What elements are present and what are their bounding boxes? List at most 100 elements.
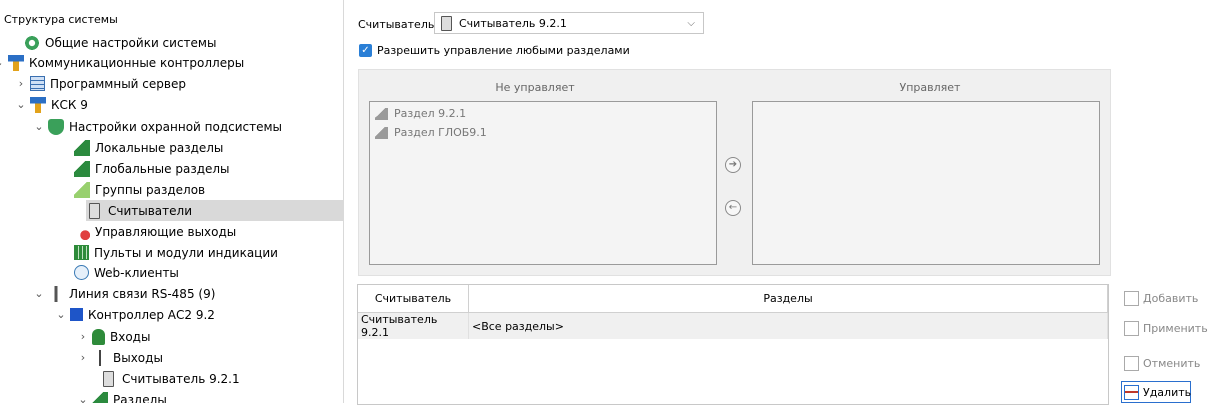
control-output-icon: [74, 223, 90, 240]
reader-select-value: Считыватель 9.2.1: [459, 16, 567, 30]
tree-item-label: Считыватели: [108, 203, 192, 218]
delete-icon: [1124, 384, 1139, 400]
not-managed-list[interactable]: Раздел 9.2.1 Раздел ГЛОБ9.1: [369, 101, 717, 265]
cancel-button-label: Отменить: [1143, 356, 1201, 370]
reader-select-label: Считыватель:: [358, 18, 439, 31]
add-icon: [1124, 290, 1139, 306]
global-sections-icon: [74, 160, 90, 177]
expand-chevron-icon[interactable]: ›: [76, 351, 90, 364]
tree-item-label: Локальные разделы: [95, 140, 224, 155]
allow-any-sections-checkbox[interactable]: ✓ Разрешить управление любыми разделами: [359, 44, 630, 57]
collapse-chevron-icon[interactable]: ⌄: [14, 98, 28, 111]
tree-item[interactable]: Группы разделов: [74, 179, 205, 200]
tree-item[interactable]: Управляющие выходы: [74, 221, 236, 242]
collapse-chevron-icon[interactable]: ⌄: [32, 287, 46, 300]
allow-any-sections-label: Разрешить управление любыми разделами: [377, 44, 630, 57]
system-structure-tree: Структура системы Общие настройки систем…: [0, 0, 344, 403]
table-cell-sections: <Все разделы>: [468, 312, 1108, 339]
add-button-label: Добавить: [1143, 291, 1199, 305]
tree-item-label: Web-клиенты: [94, 265, 179, 280]
readers-sections-table: Считыватель Разделы Считыватель 9.2.1 <В…: [357, 284, 1109, 405]
tree-item-label: Выходы: [113, 350, 163, 365]
tree-item[interactable]: Web-клиенты: [74, 262, 179, 283]
chevron-down-icon: ⌵: [687, 17, 695, 29]
tree-item-label: Глобальные разделы: [95, 161, 230, 176]
list-item[interactable]: Раздел ГЛОБ9.1: [375, 123, 716, 142]
apply-icon: [1124, 320, 1139, 336]
bell-icon: [92, 328, 105, 345]
panel-grid-icon: [74, 245, 89, 260]
managed-list[interactable]: [752, 101, 1100, 265]
list-item[interactable]: Раздел 9.2.1: [375, 104, 716, 123]
tree-item-label: Общие настройки системы: [45, 35, 217, 50]
apply-button-label: Применить: [1143, 321, 1208, 335]
column-reader[interactable]: Считыватель: [358, 285, 469, 313]
tree-item-label: Пульты и модули индикации: [94, 245, 278, 260]
collapse-chevron-icon[interactable]: ⌄: [0, 56, 6, 69]
not-managed-header: Не управляет: [495, 81, 575, 94]
tree-item[interactable]: Глобальные разделы: [74, 158, 230, 179]
comm-line-icon: [48, 285, 64, 302]
tree-item-label: Контроллер АС2 9.2: [88, 307, 215, 322]
reader-icon: [89, 202, 100, 219]
tree-item-label: КСК 9: [51, 97, 88, 112]
tree-item-label: Настройки охранной подсистемы: [69, 119, 283, 134]
tree-item[interactable]: Локальные разделы: [74, 137, 223, 158]
table-row[interactable]: Считыватель 9.2.1 <Все разделы>: [358, 312, 1108, 339]
tree-item[interactable]: ⌄ Разделы: [76, 389, 167, 403]
collapse-chevron-icon[interactable]: ⌄: [32, 120, 46, 133]
collapse-chevron-icon[interactable]: ⌄: [54, 308, 68, 321]
tree-item-label: Управляющие выходы: [95, 224, 237, 239]
outputs-icon: [92, 349, 108, 366]
list-item-label: Раздел 9.2.1: [394, 107, 467, 120]
delete-button[interactable]: Удалить: [1121, 381, 1191, 403]
sections-icon: [92, 391, 108, 403]
settings-gear-icon: [24, 34, 40, 51]
cancel-icon: [1124, 355, 1139, 371]
web-globe-icon: [74, 265, 89, 280]
local-sections-icon: [74, 139, 90, 156]
network-icon: [8, 54, 24, 71]
tree-item[interactable]: Считыватель 9.2.1: [100, 368, 240, 389]
tree-item[interactable]: ⌄ КСК 9: [14, 94, 88, 115]
add-button[interactable]: Добавить: [1121, 287, 1198, 309]
list-item-label: Раздел ГЛОБ9.1: [394, 126, 487, 139]
tree-item-label: Считыватель 9.2.1: [122, 371, 240, 386]
reader-icon: [103, 370, 114, 387]
tree-item[interactable]: › Выходы: [76, 347, 163, 368]
tree-item-label: Входы: [110, 329, 151, 344]
section-groups-icon: [74, 181, 90, 198]
tree-item[interactable]: ⌄ Настройки охранной подсистемы: [32, 116, 282, 137]
tree-item[interactable]: ⌄ Коммуникационные контроллеры: [0, 52, 244, 73]
move-right-button[interactable]: ➔: [725, 157, 741, 173]
collapse-chevron-icon[interactable]: ⌄: [76, 393, 90, 403]
tree-item[interactable]: Считыватели: [86, 200, 343, 221]
tree-item[interactable]: › Программный сервер: [14, 73, 186, 94]
expand-chevron-icon[interactable]: ›: [14, 77, 28, 90]
checkbox-check-icon: ✓: [359, 44, 372, 57]
cancel-button[interactable]: Отменить: [1121, 352, 1200, 374]
network-icon: [30, 96, 46, 113]
reader-select[interactable]: Считыватель 9.2.1 ⌵: [434, 12, 704, 34]
tree-item-label: Разделы: [113, 392, 167, 404]
move-left-button[interactable]: ←: [725, 200, 741, 216]
tree-item-label: Программный сервер: [50, 76, 186, 91]
apply-button[interactable]: Применить: [1121, 317, 1208, 339]
tree-item[interactable]: › Входы: [76, 326, 150, 347]
column-sections[interactable]: Разделы: [468, 285, 1108, 313]
tree-item[interactable]: ⌄ Контроллер АС2 9.2: [54, 304, 215, 325]
tree-item[interactable]: Пульты и модули индикации: [74, 242, 278, 263]
server-icon: [30, 76, 45, 91]
tree-item-label: Группы разделов: [95, 182, 206, 197]
expand-chevron-icon[interactable]: ›: [76, 330, 90, 343]
controller-icon: [70, 308, 83, 321]
tree-item[interactable]: Общие настройки системы: [24, 32, 216, 53]
tree-item-label: Коммуникационные контроллеры: [29, 55, 245, 70]
table-cell-reader: Считыватель 9.2.1: [358, 312, 469, 339]
section-icon: [375, 126, 388, 139]
tree-item-label: Линия связи RS-485 (9): [69, 286, 216, 301]
managed-header: Управляет: [899, 81, 961, 94]
tree-item[interactable]: ⌄ Линия связи RS-485 (9): [32, 283, 215, 304]
section-icon: [375, 107, 388, 120]
shield-icon: [48, 118, 64, 135]
